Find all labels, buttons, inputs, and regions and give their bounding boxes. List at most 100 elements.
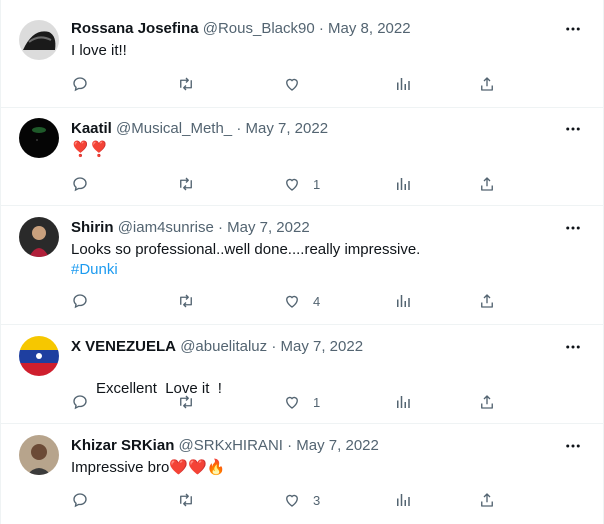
like-button[interactable]: 3 — [283, 490, 320, 510]
like-button[interactable] — [283, 74, 313, 94]
tweet-date[interactable]: May 7, 2022 — [280, 338, 363, 355]
tweet-header: Shirin @iam4sunrise · May 7, 2022 — [71, 218, 310, 238]
share-icon — [481, 77, 493, 91]
heart-icon — [286, 494, 298, 507]
display-name[interactable]: Kaatil — [71, 120, 112, 137]
more-icon[interactable] — [563, 436, 583, 456]
tweet-header: Khizar SRKian @SRKxHIRANI · May 7, 2022 — [71, 436, 379, 456]
tweet-actions: 3 — [71, 490, 501, 510]
hashtag-link[interactable]: #Dunki — [71, 260, 420, 280]
share-icon — [481, 493, 493, 507]
share-button[interactable] — [478, 490, 496, 510]
reply-icon — [73, 395, 87, 410]
reply-button[interactable] — [71, 392, 89, 412]
avatar[interactable] — [19, 118, 59, 158]
retweet-button[interactable] — [177, 291, 195, 311]
like-count: 4 — [313, 293, 321, 309]
tweet-text-content: Impressive bro — [71, 459, 170, 476]
tweet-text: ❣️❣️ — [71, 140, 108, 160]
tweet[interactable]: Rossana Josefina @Rous_Black90 · May 8, … — [1, 0, 603, 108]
tweet-date[interactable]: May 7, 2022 — [296, 437, 379, 454]
heart-icon — [286, 396, 298, 409]
share-button[interactable] — [478, 174, 496, 194]
tweet-actions — [71, 74, 501, 94]
separator: · — [287, 437, 293, 454]
display-name[interactable]: X VENEZUELA — [71, 338, 176, 355]
user-handle[interactable]: @abuelitaluz — [180, 338, 267, 355]
display-name[interactable]: Shirin — [71, 219, 114, 236]
separator: · — [217, 219, 223, 236]
tweet-date[interactable]: May 7, 2022 — [245, 120, 328, 137]
user-handle[interactable]: @iam4sunrise — [118, 219, 214, 236]
more-icon[interactable] — [563, 119, 583, 139]
views-button[interactable] — [394, 74, 412, 94]
display-name[interactable]: Khizar SRKian — [71, 437, 174, 454]
avatar[interactable] — [19, 435, 59, 475]
reply-icon — [73, 77, 87, 92]
heart-icon — [286, 295, 298, 308]
tweet-date[interactable]: May 7, 2022 — [227, 219, 310, 236]
retweet-icon — [180, 395, 192, 409]
reply-feed: Rossana Josefina @Rous_Black90 · May 8, … — [0, 0, 604, 524]
avatar[interactable] — [19, 217, 59, 257]
avatar[interactable] — [19, 20, 59, 60]
user-handle[interactable]: @Rous_Black90 — [203, 20, 315, 37]
retweet-button[interactable] — [177, 490, 195, 510]
tweet-text: Impressive bro❤️❤️🔥 — [71, 458, 225, 478]
tweet-text-content: ❣️❣️ — [71, 141, 109, 158]
reply-icon — [73, 177, 87, 192]
share-button[interactable] — [478, 392, 496, 412]
tweet-actions: 1 — [71, 174, 501, 194]
tweet-header: Rossana Josefina @Rous_Black90 · May 8, … — [71, 19, 411, 39]
views-icon — [397, 396, 410, 408]
retweet-icon — [180, 493, 192, 507]
reply-button[interactable] — [71, 74, 89, 94]
tweet-text: I love it!! — [71, 41, 127, 61]
tweet-text-content: Looks so professional..well done....real… — [71, 241, 421, 258]
share-icon — [481, 294, 493, 308]
like-count: 1 — [313, 394, 321, 410]
separator: · — [236, 120, 242, 137]
tweet[interactable]: Shirin @iam4sunrise · May 7, 2022 Looks … — [1, 206, 603, 325]
reply-button[interactable] — [71, 174, 89, 194]
like-button[interactable]: 1 — [283, 174, 320, 194]
share-icon — [481, 395, 493, 409]
share-button[interactable] — [478, 291, 496, 311]
user-handle[interactable]: @Musical_Meth_ — [116, 120, 232, 137]
reply-button[interactable] — [71, 291, 89, 311]
tweet-text: Looks so professional..well done....real… — [71, 240, 420, 280]
more-icon[interactable] — [563, 218, 583, 238]
views-button[interactable] — [394, 392, 412, 412]
heart-icon — [286, 178, 298, 191]
tweet-date[interactable]: May 8, 2022 — [328, 20, 411, 37]
retweet-button[interactable] — [177, 392, 195, 412]
display-name[interactable]: Rossana Josefina — [71, 20, 199, 37]
separator: · — [271, 338, 277, 355]
tweet-emoji: ❤️❤️🔥 — [169, 459, 226, 476]
share-button[interactable] — [478, 74, 496, 94]
tweet[interactable]: X VENEZUELA @abuelitaluz · May 7, 2022 E… — [1, 325, 603, 424]
tweet-header: Kaatil @Musical_Meth_ · May 7, 2022 — [71, 119, 328, 139]
like-button[interactable]: 4 — [283, 291, 320, 311]
retweet-button[interactable] — [177, 74, 195, 94]
views-icon — [397, 295, 410, 307]
retweet-icon — [180, 294, 192, 308]
views-icon — [397, 78, 410, 90]
like-count: 1 — [313, 176, 321, 192]
heart-icon — [286, 78, 298, 91]
avatar[interactable] — [19, 336, 59, 376]
reply-icon — [73, 294, 87, 309]
tweet[interactable]: Kaatil @Musical_Meth_ · May 7, 2022 ❣️❣️… — [1, 108, 603, 206]
reply-button[interactable] — [71, 490, 89, 510]
like-count: 3 — [313, 492, 321, 508]
more-icon[interactable] — [563, 337, 583, 357]
retweet-button[interactable] — [177, 174, 195, 194]
tweet-header: X VENEZUELA @abuelitaluz · May 7, 2022 — [71, 337, 363, 357]
more-icon[interactable] — [563, 19, 583, 39]
views-button[interactable] — [394, 490, 412, 510]
views-button[interactable] — [394, 291, 412, 311]
views-button[interactable] — [394, 174, 412, 194]
like-button[interactable]: 1 — [283, 392, 320, 412]
user-handle[interactable]: @SRKxHIRANI — [179, 437, 283, 454]
tweet[interactable]: Khizar SRKian @SRKxHIRANI · May 7, 2022 … — [1, 424, 603, 524]
